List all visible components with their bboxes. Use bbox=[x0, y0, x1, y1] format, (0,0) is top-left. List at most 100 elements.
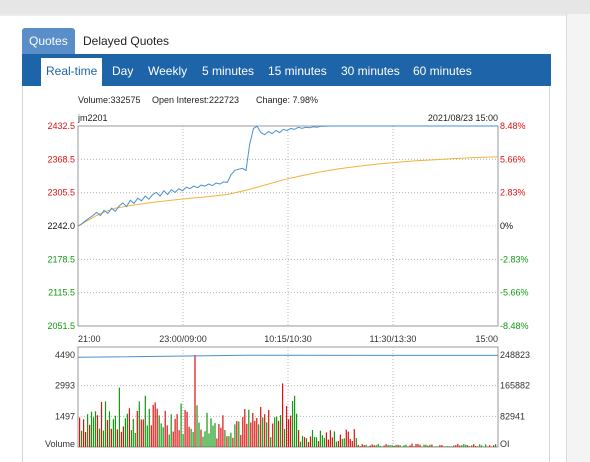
pct-tick-right: 5.66% bbox=[500, 154, 526, 164]
volume-bar bbox=[487, 446, 489, 447]
volume-bar bbox=[230, 432, 232, 447]
volume-bar bbox=[224, 430, 226, 447]
volume-bar bbox=[435, 446, 437, 447]
volume-bar bbox=[315, 437, 318, 447]
volume-bar bbox=[417, 444, 419, 447]
volume-bar bbox=[345, 429, 347, 447]
volume-bar bbox=[405, 444, 407, 447]
volume-bar bbox=[389, 445, 391, 447]
volume-bar bbox=[152, 404, 154, 447]
volume-bar bbox=[87, 414, 89, 447]
volume-bar bbox=[236, 421, 238, 447]
volume-bar bbox=[186, 411, 188, 447]
volume-bar bbox=[138, 401, 140, 447]
volume-bar bbox=[284, 428, 286, 447]
volume-bar bbox=[142, 419, 144, 447]
time-tick: 15:00 bbox=[475, 334, 498, 344]
volume-bar bbox=[258, 424, 260, 447]
oi-tick-right: 165882 bbox=[500, 381, 530, 391]
volume-bar bbox=[250, 422, 252, 447]
volume-bar bbox=[407, 446, 409, 447]
volume-bar bbox=[385, 444, 387, 447]
time-tick: 11:30/13:30 bbox=[370, 334, 417, 344]
volume-bar bbox=[451, 446, 453, 447]
volume-bar bbox=[278, 420, 280, 447]
volume-bar bbox=[377, 443, 379, 447]
volume-bar bbox=[351, 441, 353, 447]
pct-tick-right: -5.66% bbox=[500, 288, 529, 298]
oi-tick-right: 82941 bbox=[500, 411, 525, 421]
volume-bar bbox=[178, 430, 180, 447]
volume-bar bbox=[395, 444, 397, 447]
volume-bar bbox=[150, 425, 152, 447]
volume-bar bbox=[232, 437, 234, 447]
volume-bar bbox=[379, 445, 381, 447]
price-tick-left: 2115.5 bbox=[48, 288, 75, 298]
volume-bar bbox=[288, 419, 290, 447]
volume-bar bbox=[411, 443, 413, 447]
volume-bar bbox=[188, 426, 190, 447]
volume-bar bbox=[423, 444, 425, 447]
volume-bar bbox=[114, 415, 116, 447]
volume-bar bbox=[427, 445, 429, 447]
volume-bar bbox=[361, 444, 363, 447]
volume-bar bbox=[387, 444, 389, 447]
volume-bar bbox=[228, 436, 230, 447]
volume-bar bbox=[83, 419, 85, 447]
volume-bar bbox=[299, 441, 302, 447]
volume-bar bbox=[437, 446, 439, 447]
volume-bar bbox=[397, 444, 399, 447]
volume-bar bbox=[262, 417, 264, 447]
volume-bar bbox=[222, 415, 224, 447]
volume-bar bbox=[449, 446, 451, 447]
volume-bar bbox=[272, 423, 274, 447]
volume-bar bbox=[457, 443, 459, 447]
volume-bar bbox=[218, 424, 220, 447]
volume-bar bbox=[184, 410, 186, 447]
volume-bar bbox=[98, 428, 101, 447]
volume-bar bbox=[347, 431, 349, 447]
price-tick-left: 2242.0 bbox=[47, 221, 75, 231]
volume-bar bbox=[196, 405, 198, 447]
volume-bar bbox=[343, 438, 345, 447]
volume-bar bbox=[96, 415, 99, 447]
volume-bar bbox=[190, 428, 192, 447]
volume-bar bbox=[443, 446, 445, 447]
volume-bar bbox=[244, 409, 246, 447]
volume-bar bbox=[220, 427, 222, 447]
volume-bar bbox=[104, 401, 107, 447]
volume-bar bbox=[246, 423, 248, 447]
volume-bar bbox=[254, 420, 256, 447]
volume-bar bbox=[421, 446, 423, 447]
volume-bar bbox=[212, 425, 214, 447]
volume-bar bbox=[276, 416, 278, 447]
volume-bar bbox=[130, 430, 132, 447]
volume-bar bbox=[260, 406, 262, 447]
price-tick-left: 2178.5 bbox=[47, 254, 75, 264]
volume-bar bbox=[156, 408, 158, 447]
volume-bar bbox=[182, 433, 184, 447]
volume-bar bbox=[329, 430, 331, 447]
volume-bar bbox=[210, 418, 212, 447]
volume-bar bbox=[206, 412, 208, 447]
volume-bar bbox=[240, 434, 242, 447]
intraday-chart[interactable]: 2432.5 8.48% 2368.5 5.66% 2305.5 2.83% 2242.0 0… bbox=[0, 0, 590, 462]
volume-bar bbox=[280, 415, 282, 447]
volume-bar bbox=[234, 424, 236, 447]
volume-bar bbox=[335, 441, 337, 447]
volume-bar bbox=[313, 437, 316, 447]
volume-bar bbox=[453, 445, 455, 447]
volume-bar bbox=[319, 430, 321, 447]
volume-bar bbox=[89, 424, 91, 447]
volume-bar bbox=[463, 444, 465, 447]
volume-bar bbox=[489, 445, 491, 447]
volume-bar bbox=[158, 415, 160, 447]
volume-bar bbox=[94, 411, 97, 447]
volume-bar bbox=[90, 411, 93, 447]
volume-bar bbox=[136, 411, 138, 447]
price-tick-left: 2305.5 bbox=[47, 188, 75, 198]
volume-bar bbox=[391, 445, 393, 447]
volume-bar bbox=[409, 445, 411, 447]
oi-axis-label: OI bbox=[500, 439, 510, 449]
volume-bar bbox=[124, 418, 126, 447]
